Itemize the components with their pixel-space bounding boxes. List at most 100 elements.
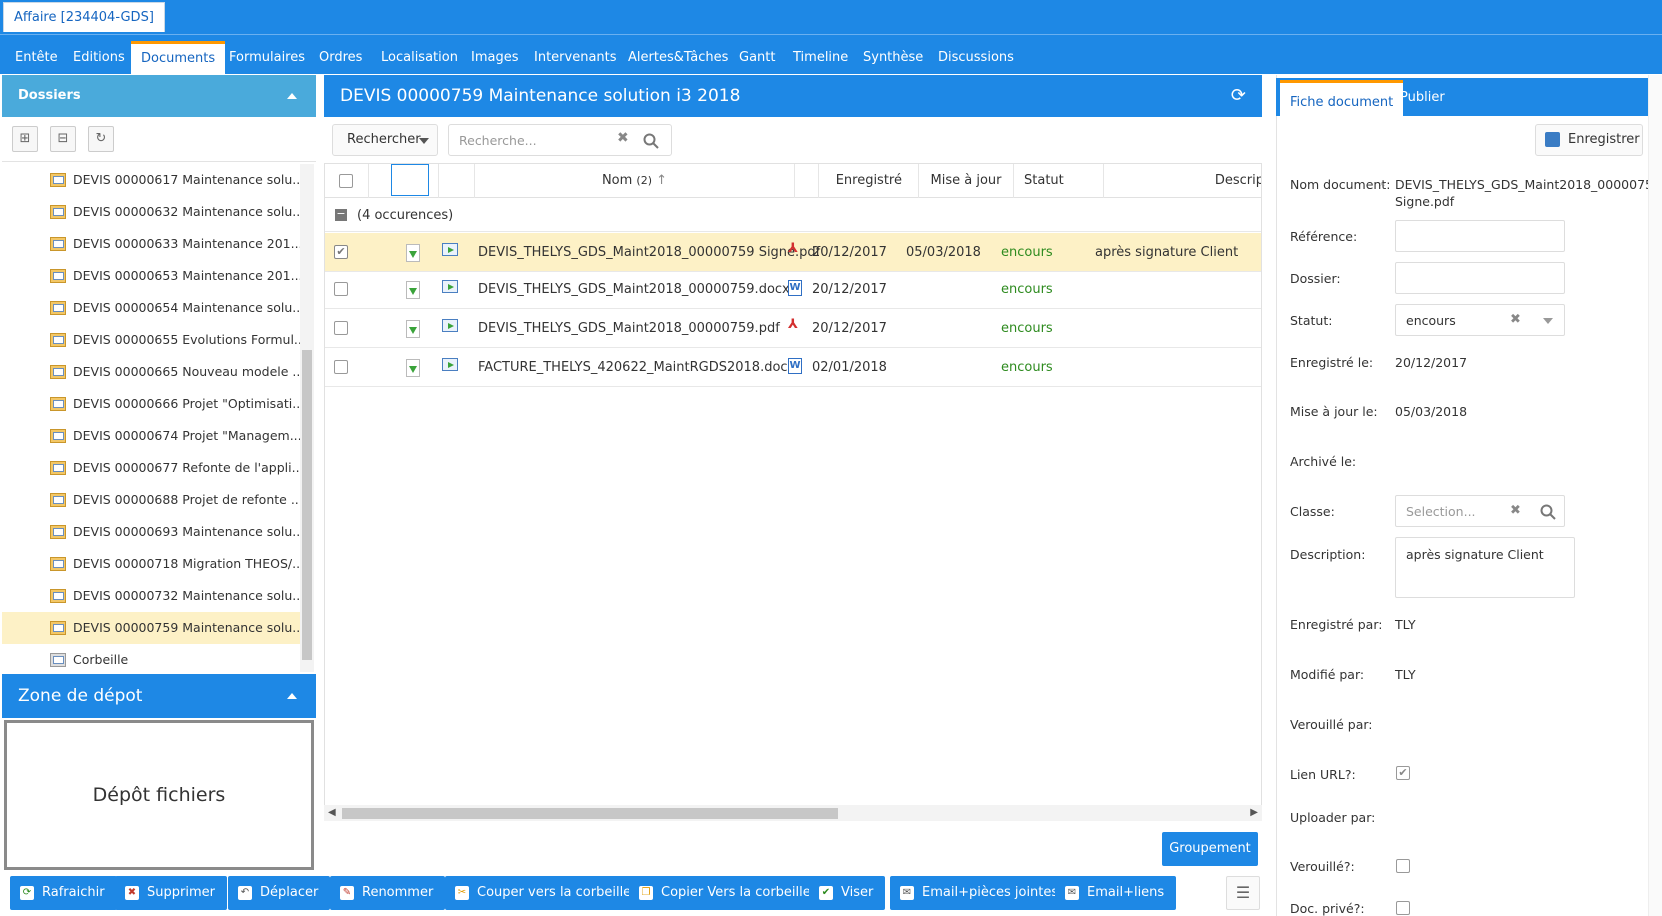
collapse-icon[interactable] [287,93,297,99]
folder-item[interactable]: DEVIS 00000617 Maintenance solu... [2,164,300,196]
tab-gantt[interactable]: Gantt [739,41,775,75]
folder-item[interactable]: DEVIS 00000653 Maintenance 201... [2,260,300,292]
folder-item[interactable]: DEVIS 00000655 Evolutions Formul... [2,324,300,356]
copy-to-trash-button[interactable]: ❐ Copier Vers la corbeille [629,876,823,910]
clear-icon[interactable]: ✖ [617,130,629,146]
open-icon[interactable] [442,319,458,332]
group-button[interactable]: Groupement [1162,832,1258,866]
open-icon[interactable] [442,243,458,256]
tab-intervenants[interactable]: Intervenants [534,41,617,75]
folder-tree-scroll-thumb[interactable] [302,350,312,660]
search-icon[interactable] [1540,504,1556,520]
move-button[interactable]: ↶ Déplacer [228,876,331,910]
document-name[interactable]: DEVIS_THELYS_GDS_Maint2018_00000759.docx [478,270,790,309]
folder-item-selected[interactable]: DEVIS 00000759 Maintenance solu... [2,612,300,644]
approve-button[interactable]: ✔ Viser [809,876,886,910]
open-icon[interactable] [442,358,458,371]
column-chooser[interactable] [391,164,429,196]
download-icon[interactable] [406,359,420,377]
download-icon[interactable] [406,281,420,299]
scroll-right-icon[interactable]: ▶ [1250,805,1258,821]
grid-scroll-thumb[interactable] [342,808,838,819]
tab-fiche-document[interactable]: Fiche document [1280,80,1404,116]
open-icon[interactable] [442,280,458,293]
column-statut[interactable]: Statut [1014,164,1104,198]
tab-editions[interactable]: Editions [73,41,125,75]
delete-button[interactable]: ✖ Supprimer [115,876,227,910]
collapse-group-icon[interactable]: − [335,208,347,221]
rename-button[interactable]: ✎ Renommer [330,876,446,910]
verrouille-checkbox[interactable] [1396,859,1410,873]
email-attachments-button[interactable]: ✉ Email+pièces jointes [890,876,1071,910]
classe-field[interactable]: Selection... ✖ [1395,495,1565,527]
folder-item[interactable]: DEVIS 00000674 Projet "Managem... [2,420,300,452]
select-all-checkbox[interactable] [339,174,353,188]
tab-ordres[interactable]: Ordres [319,41,362,75]
dropzone-header[interactable]: Zone de dépot [2,674,316,718]
tab-localisation[interactable]: Localisation [381,41,458,75]
lien-url-checkbox[interactable]: ✔ [1396,766,1410,780]
group-row[interactable]: − (4 occurences) [325,199,1261,232]
refresh-button[interactable]: ⟳ Rafraichir [10,876,117,910]
row-checkbox[interactable] [334,282,348,296]
tab-timeline[interactable]: Timeline [793,41,848,75]
description-textarea[interactable]: après signature Client [1395,537,1575,598]
search-icon[interactable] [643,133,659,149]
remove-folder-button[interactable]: ⊟ [50,126,76,152]
document-name[interactable]: FACTURE_THELYS_420622_MaintRGDS2018.docx [478,348,795,387]
scroll-left-icon[interactable]: ◀ [328,805,336,821]
save-button[interactable]: Enregistrer [1535,124,1643,156]
row-checkbox[interactable] [334,321,348,335]
tab-formulaires[interactable]: Formulaires [229,41,305,75]
doc-prive-checkbox[interactable] [1396,901,1410,915]
tab-discussions[interactable]: Discussions [938,41,1014,75]
folder-item[interactable]: DEVIS 00000632 Maintenance solu... [2,196,300,228]
folder-item[interactable]: DEVIS 00000718 Migration THEOS/... [2,548,300,580]
folder-item[interactable]: DEVIS 00000693 Maintenance solu... [2,516,300,548]
folder-item[interactable]: DEVIS 00000665 Nouveau modele ... [2,356,300,388]
search-input[interactable]: Recherche... ✖ [448,124,672,156]
download-icon[interactable] [406,320,420,338]
column-description[interactable]: Descrip [1104,164,1261,198]
row-checkbox[interactable] [334,360,348,374]
download-icon[interactable] [406,244,420,262]
detail-panel-scrollbar[interactable] [1648,75,1662,916]
tab-entete[interactable]: Entête [15,41,58,75]
statut-select[interactable]: encours ✖ [1395,304,1565,336]
tab-images[interactable]: Images [471,41,519,75]
column-mise-a-jour[interactable]: Mise à jour [919,164,1014,198]
refresh-icon[interactable]: ⟳ [1231,75,1246,117]
window-title[interactable]: Affaire [234404-GDS] [3,2,165,32]
column-nom[interactable]: Nom (2) ↑ [475,164,795,198]
column-enregistre[interactable]: Enregistré [819,164,919,198]
tab-synthese[interactable]: Synthèse [863,41,923,75]
folder-item[interactable]: DEVIS 00000677 Refonte de l'appli... [2,452,300,484]
folder-item-trash[interactable]: Corbeille [2,644,300,672]
refresh-folders-button[interactable]: ↻ [88,126,114,152]
tab-documents[interactable]: Documents [131,41,226,75]
tab-alertes[interactable]: Alertes&Tâches [628,41,728,75]
search-mode-button[interactable]: Rechercher [332,124,438,156]
cut-to-trash-button[interactable]: ✂ Couper vers la corbeille [445,876,644,910]
tab-publier[interactable]: Publier [1400,80,1445,116]
folder-item[interactable]: DEVIS 00000688 Projet de refonte ... [2,484,300,516]
chevron-down-icon[interactable] [1543,318,1553,324]
collapse-icon[interactable] [287,693,297,699]
add-folder-button[interactable]: ⊞ [12,126,38,152]
row-checkbox-checked[interactable]: ✔ [334,245,348,259]
table-row[interactable]: FACTURE_THELYS_420622_MaintRGDS2018.docx… [325,348,1261,387]
table-row[interactable]: ✔ DEVIS_THELYS_GDS_Maint2018_00000759 Si… [325,233,1261,272]
document-name[interactable]: DEVIS_THELYS_GDS_Maint2018_00000759 Sign… [478,233,820,272]
folder-item[interactable]: DEVIS 00000666 Projet "Optimisati... [2,388,300,420]
table-row[interactable]: DEVIS_THELYS_GDS_Maint2018_00000759.pdf … [325,309,1261,348]
more-menu-button[interactable]: ☰ [1226,876,1260,910]
clear-icon[interactable]: ✖ [1510,503,1521,518]
folder-item[interactable]: DEVIS 00000633 Maintenance 201... [2,228,300,260]
document-name[interactable]: DEVIS_THELYS_GDS_Maint2018_00000759.pdf [478,309,780,348]
reference-field[interactable] [1395,220,1565,252]
dossier-field[interactable] [1395,262,1565,294]
folders-header[interactable]: Dossiers [2,75,316,117]
file-dropzone[interactable]: Dépôt fichiers [4,720,314,870]
table-row[interactable]: DEVIS_THELYS_GDS_Maint2018_00000759.docx… [325,270,1261,309]
clear-icon[interactable]: ✖ [1510,312,1521,327]
